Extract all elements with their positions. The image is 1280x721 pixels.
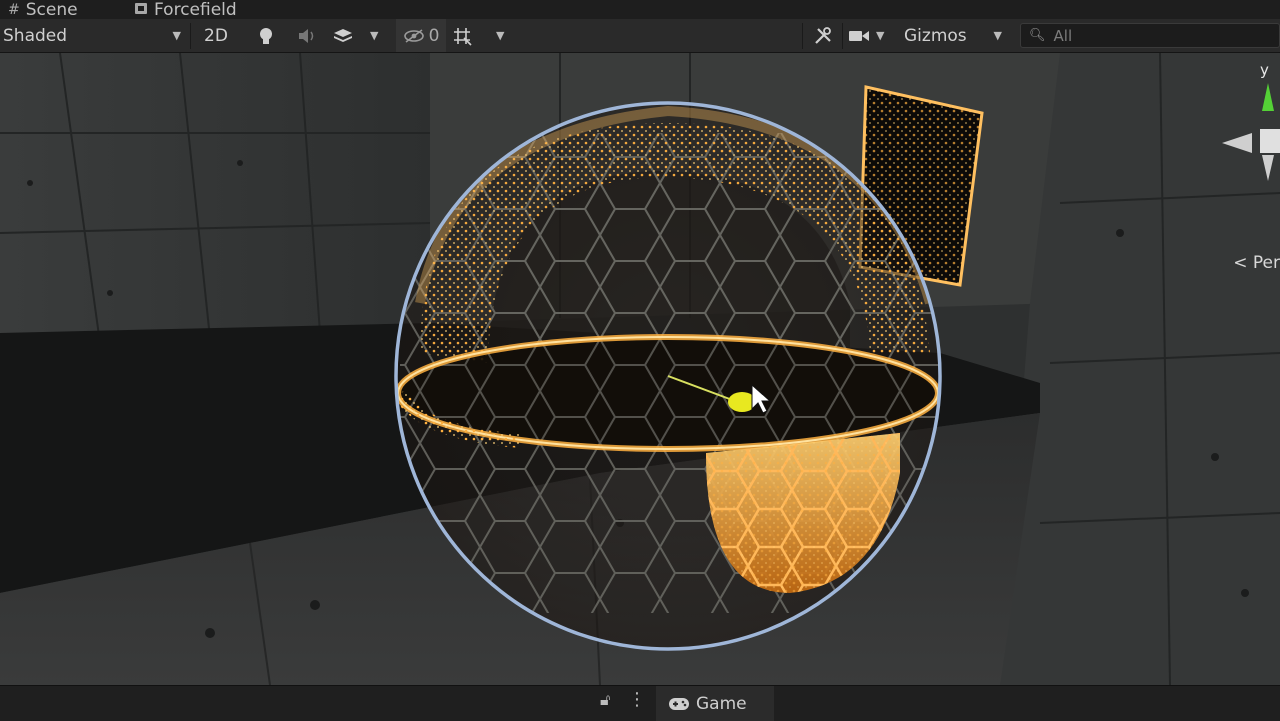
camera-icon — [849, 30, 869, 41]
audio-toggle[interactable] — [290, 19, 324, 52]
scene-toolbar: Shaded ▼ 2D ▼ 0 ▼ ▼ Gizmos ▼ 🔍︎ All — [0, 19, 1280, 53]
mode-2d-button[interactable]: 2D — [196, 19, 236, 52]
scene-render — [0, 53, 1280, 685]
projection-label: < Per — [1233, 253, 1280, 273]
toolbar-divider — [842, 23, 843, 49]
tab-forcefield[interactable]: Forcefield — [134, 0, 237, 20]
more-options-icon[interactable]: ⋮ — [628, 689, 646, 710]
tools-button[interactable] — [810, 19, 836, 52]
lock-icon[interactable]: 🔓︎ — [600, 690, 610, 710]
bottom-tab-strip: 🔓︎ ⋮ Game — [0, 685, 1280, 721]
search-icon: 🔍︎ — [1029, 28, 1046, 43]
camera-settings-dropdown[interactable]: ▼ — [848, 19, 894, 52]
projection-toggle[interactable]: < Per — [1233, 253, 1280, 273]
cube-icon — [134, 1, 148, 19]
gizmos-dropdown[interactable]: Gizmos ▼ — [904, 19, 1006, 52]
window-tab-strip: # Scene Forcefield — [0, 0, 1280, 20]
eye-hidden-icon — [403, 28, 424, 43]
scene-viewport[interactable]: y < Per — [0, 53, 1280, 685]
tools-icon — [815, 26, 831, 44]
chevron-down-icon: ▼ — [370, 29, 379, 42]
effects-dropdown[interactable]: ▼ — [332, 19, 388, 52]
tab-forcefield-label: Forcefield — [154, 0, 237, 20]
gizmos-label: Gizmos — [904, 25, 967, 46]
chevron-down-icon: ▼ — [993, 29, 1002, 42]
grid-snapping-dropdown[interactable]: ▼ — [452, 19, 512, 52]
shading-mode-dropdown[interactable]: Shaded ▼ — [3, 19, 183, 52]
toolbar-divider — [190, 23, 191, 49]
hierarchy-search-input[interactable]: 🔍︎ All — [1020, 23, 1280, 48]
mode-2d-label: 2D — [204, 25, 228, 46]
axis-gizmo-icon — [1222, 83, 1280, 181]
chevron-down-icon: ▼ — [876, 29, 885, 42]
hash-icon: # — [8, 1, 20, 18]
search-placeholder: All — [1053, 26, 1073, 45]
scene-visibility-toggle[interactable]: 0 — [396, 19, 446, 52]
chevron-down-icon: ▼ — [496, 29, 505, 42]
lighting-toggle[interactable] — [246, 19, 286, 52]
chevron-down-icon: ▼ — [172, 29, 181, 42]
shading-mode-label: Shaded — [3, 25, 68, 46]
tab-scene-label: Scene — [25, 0, 78, 20]
gamepad-icon — [669, 697, 689, 710]
grid-snap-icon — [454, 27, 472, 46]
toolbar-divider — [802, 23, 803, 49]
tab-scene[interactable]: # Scene — [8, 0, 78, 20]
tab-game-label: Game — [696, 693, 747, 714]
lightbulb-icon — [260, 27, 272, 44]
tab-game[interactable]: Game — [656, 686, 774, 721]
speaker-icon — [299, 28, 314, 43]
layers-effects-icon — [334, 28, 352, 42]
hidden-count: 0 — [428, 25, 440, 46]
orientation-gizmo[interactable]: y — [1212, 61, 1280, 191]
